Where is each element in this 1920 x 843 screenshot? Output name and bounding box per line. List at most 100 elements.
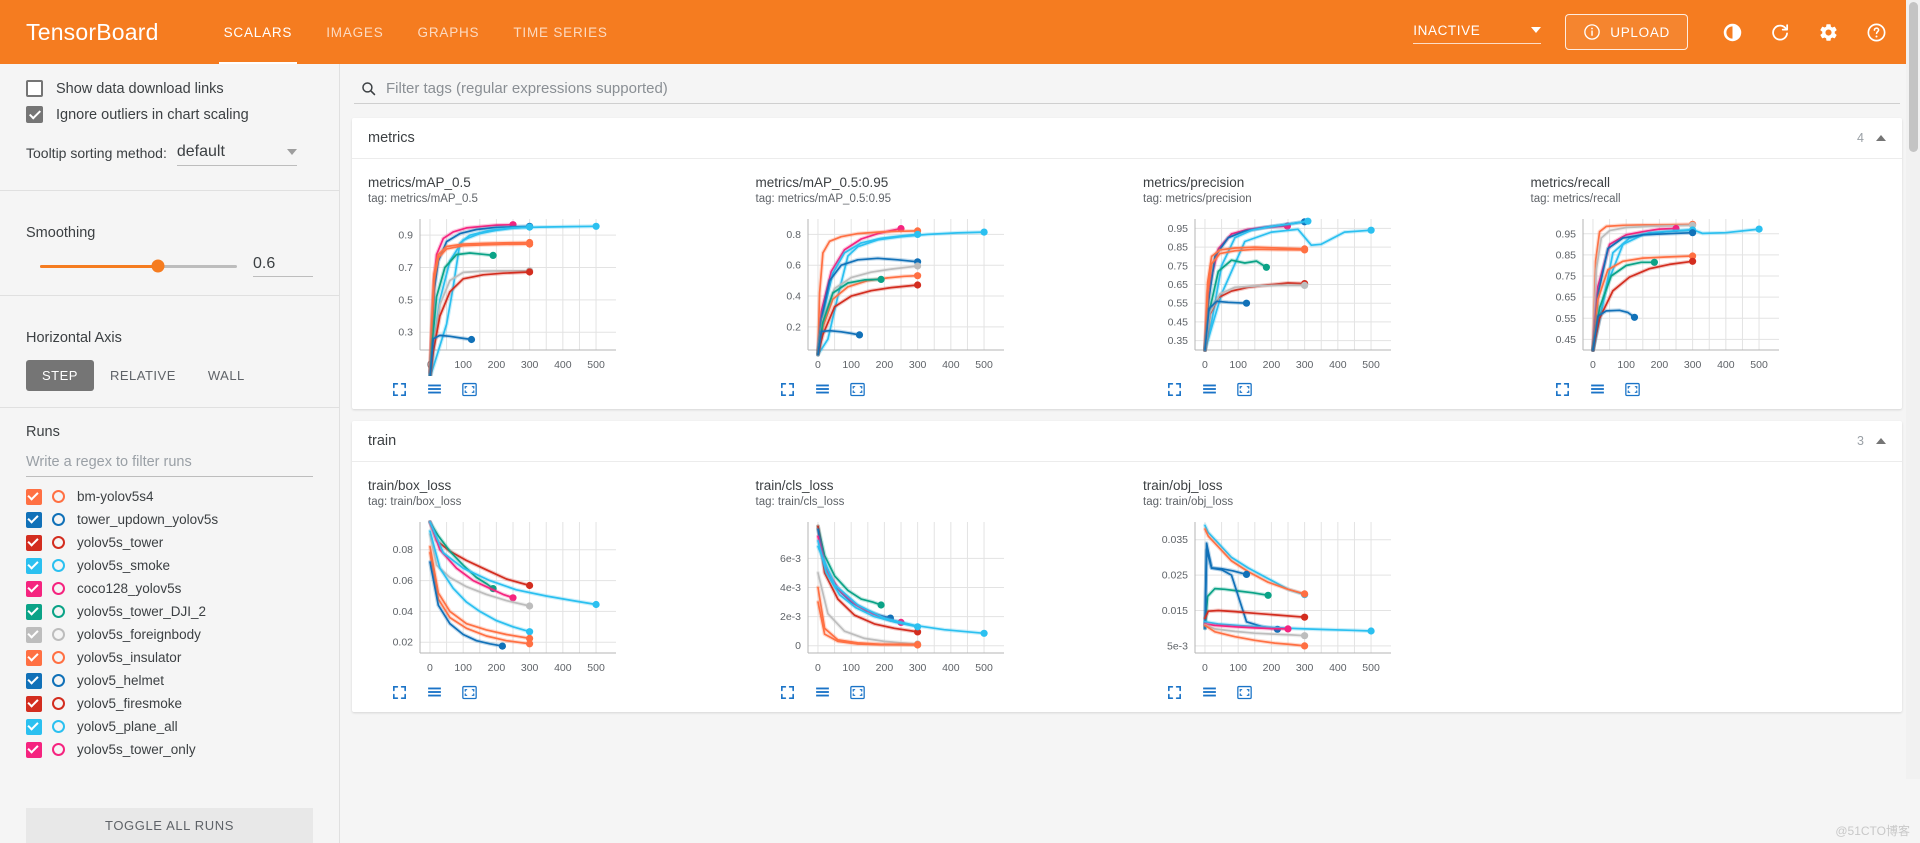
data-table-icon[interactable] — [425, 380, 444, 399]
brightness-icon[interactable] — [1715, 15, 1749, 49]
ignore-outliers-checkbox[interactable] — [26, 106, 43, 123]
run-color-circle-icon[interactable] — [52, 674, 65, 687]
chart-plot[interactable]: 0.02 0.04 0.06 0.08 0 100 200 300 400 500 — [368, 514, 730, 679]
run-color-circle-icon[interactable] — [52, 536, 65, 549]
run-checkbox[interactable] — [26, 672, 42, 689]
tab-time-series[interactable]: TIME SERIES — [496, 0, 624, 64]
data-table-icon[interactable] — [1200, 683, 1219, 702]
fit-domain-icon[interactable] — [1235, 380, 1254, 399]
refresh-icon[interactable] — [1763, 15, 1797, 49]
axis-option-wall[interactable]: WALL — [192, 360, 261, 391]
chart-plot[interactable]: 0.3 0.5 0.7 0.9 0 100 200 300 400 500 — [368, 211, 730, 376]
runs-title: Runs — [26, 424, 60, 440]
show-download-links-label: Show data download links — [56, 80, 224, 97]
run-color-circle-icon[interactable] — [52, 720, 65, 733]
expand-icon[interactable] — [1553, 380, 1572, 399]
run-color-circle-icon[interactable] — [52, 743, 65, 756]
data-table-icon[interactable] — [1588, 380, 1607, 399]
runs-filter-input[interactable]: Write a regex to filter runs — [26, 450, 313, 477]
chart-plot[interactable]: 0.35 0.45 0.55 0.65 0.75 0.85 0.95 0 100 200 300 40… — [1143, 211, 1505, 376]
svg-text:0.06: 0.06 — [393, 575, 414, 587]
run-checkbox[interactable] — [26, 695, 42, 712]
chevron-up-icon[interactable] — [1876, 135, 1886, 141]
smoothing-slider[interactable] — [40, 259, 237, 273]
tag-filter-bar[interactable]: Filter tags (regular expressions support… — [354, 64, 1900, 104]
run-item[interactable]: bm-yolov5s4 — [26, 485, 313, 508]
expand-icon[interactable] — [390, 683, 409, 702]
tooltip-sorting-select[interactable]: default — [176, 143, 297, 166]
show-download-links-checkbox-row[interactable]: Show data download links — [26, 80, 313, 97]
run-color-circle-icon[interactable] — [52, 490, 65, 503]
run-checkbox[interactable] — [26, 488, 42, 505]
chevron-up-icon[interactable] — [1876, 437, 1886, 444]
run-checkbox[interactable] — [26, 626, 42, 643]
axis-option-step[interactable]: STEP — [26, 360, 94, 391]
upload-button[interactable]: UPLOAD — [1565, 14, 1688, 50]
run-checkbox[interactable] — [26, 557, 42, 574]
run-item[interactable]: yolov5_plane_all — [26, 715, 313, 738]
scrollbar-thumb[interactable] — [1909, 2, 1918, 152]
run-item[interactable]: yolov5s_foreignbody — [26, 623, 313, 646]
tab-images[interactable]: IMAGES — [309, 0, 400, 64]
expand-icon[interactable] — [1165, 380, 1184, 399]
run-color-circle-icon[interactable] — [52, 628, 65, 641]
gear-icon[interactable] — [1811, 15, 1845, 49]
fit-domain-icon[interactable] — [460, 380, 479, 399]
run-item[interactable]: yolov5s_tower_only — [26, 738, 313, 761]
smoothing-value[interactable]: 0.6 — [253, 255, 313, 277]
run-color-circle-icon[interactable] — [52, 605, 65, 618]
vertical-scrollbar[interactable] — [1906, 0, 1920, 779]
data-table-icon[interactable] — [813, 683, 832, 702]
run-color-circle-icon[interactable] — [52, 651, 65, 664]
chart-action-bar — [756, 679, 1118, 702]
expand-icon[interactable] — [778, 683, 797, 702]
run-item[interactable]: yolov5s_tower — [26, 531, 313, 554]
run-item[interactable]: tower_updown_yolov5s — [26, 508, 313, 531]
tab-scalars[interactable]: SCALARS — [207, 0, 310, 64]
run-checkbox[interactable] — [26, 534, 42, 551]
chart-plot[interactable]: 0.45 0.55 0.65 0.75 0.85 0.95 0 100 200 300 400 500 — [1531, 211, 1893, 376]
run-checkbox[interactable] — [26, 511, 42, 528]
chart-group-header[interactable]: train 3 — [352, 421, 1902, 462]
ignore-outliers-checkbox-row[interactable]: Ignore outliers in chart scaling — [26, 106, 313, 123]
run-checkbox[interactable] — [26, 580, 42, 597]
svg-text:0.3: 0.3 — [398, 327, 413, 339]
fit-domain-icon[interactable] — [1623, 380, 1642, 399]
run-color-circle-icon[interactable] — [52, 697, 65, 710]
show-download-links-checkbox[interactable] — [26, 80, 43, 97]
axis-option-relative[interactable]: RELATIVE — [94, 360, 192, 391]
run-color-circle-icon[interactable] — [52, 513, 65, 526]
expand-icon[interactable] — [778, 380, 797, 399]
toggle-all-runs-button[interactable]: TOGGLE ALL RUNS — [26, 808, 313, 843]
svg-text:0.02: 0.02 — [393, 636, 414, 648]
run-color-circle-icon[interactable] — [52, 582, 65, 595]
chart-group-header[interactable]: metrics 4 — [352, 118, 1902, 159]
chart-plot[interactable]: 0 2e-3 4e-3 6e-3 0 100 200 300 400 500 — [756, 514, 1118, 679]
run-checkbox[interactable] — [26, 718, 42, 735]
run-color-circle-icon[interactable] — [52, 559, 65, 572]
run-item[interactable]: yolov5_helmet — [26, 669, 313, 692]
run-item[interactable]: yolov5s_insulator — [26, 646, 313, 669]
run-checkbox[interactable] — [26, 603, 42, 620]
chart-plot[interactable]: 5e-3 0.015 0.025 0.035 0 100 200 300 400 500 — [1143, 514, 1505, 679]
expand-icon[interactable] — [390, 380, 409, 399]
run-item[interactable]: yolov5s_tower_DJI_2 — [26, 600, 313, 623]
chart-group-name: metrics — [368, 130, 415, 146]
run-checkbox[interactable] — [26, 649, 42, 666]
tab-graphs[interactable]: GRAPHS — [401, 0, 497, 64]
data-table-icon[interactable] — [1200, 380, 1219, 399]
data-table-icon[interactable] — [425, 683, 444, 702]
fit-domain-icon[interactable] — [460, 683, 479, 702]
run-status-dropdown[interactable]: INACTIVE — [1413, 21, 1542, 44]
run-item[interactable]: yolov5s_smoke — [26, 554, 313, 577]
run-item[interactable]: yolov5_firesmoke — [26, 692, 313, 715]
fit-domain-icon[interactable] — [848, 683, 867, 702]
help-icon[interactable] — [1859, 15, 1893, 49]
data-table-icon[interactable] — [813, 380, 832, 399]
fit-domain-icon[interactable] — [1235, 683, 1254, 702]
expand-icon[interactable] — [1165, 683, 1184, 702]
run-checkbox[interactable] — [26, 741, 42, 758]
fit-domain-icon[interactable] — [848, 380, 867, 399]
run-item[interactable]: coco128_yolov5s — [26, 577, 313, 600]
chart-plot[interactable]: 0.2 0.4 0.6 0.8 0 100 200 300 400 500 — [756, 211, 1118, 376]
